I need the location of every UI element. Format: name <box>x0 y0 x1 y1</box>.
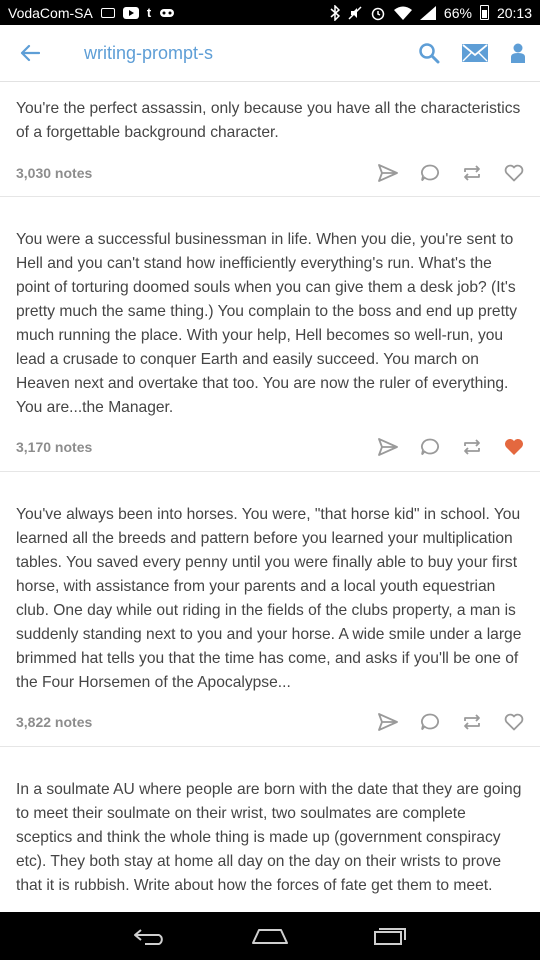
reblog-button[interactable] <box>462 437 482 457</box>
post-text: You were a successful businessman in lif… <box>16 231 518 416</box>
clock: 20:13 <box>496 4 532 21</box>
notes-count[interactable]: 3,822 notes <box>16 714 92 730</box>
post-feed[interactable]: You're the perfect assassin, only becaus… <box>0 82 540 912</box>
carrier-name: VodaCom-SA <box>8 4 93 21</box>
app-bar: writing-prompt-s <box>0 25 540 82</box>
share-button[interactable] <box>378 437 398 457</box>
post-actions <box>378 437 524 457</box>
reply-button[interactable] <box>420 163 440 183</box>
heart-outline-icon <box>504 164 524 182</box>
signal-icon <box>419 5 436 20</box>
post-footer: 3,030 notes <box>0 153 540 193</box>
reply-bubble-icon <box>421 713 439 731</box>
post-text: You've always been into horses. You were… <box>16 506 522 691</box>
notes-count[interactable]: 3,170 notes <box>16 439 92 455</box>
share-button[interactable] <box>378 163 398 183</box>
like-button[interactable] <box>504 712 524 732</box>
notes-count[interactable]: 3,030 notes <box>16 165 92 181</box>
post-actions <box>378 712 524 732</box>
reblog-button[interactable] <box>462 712 482 732</box>
post-footer: 3,822 notes <box>0 702 540 742</box>
blog-title: writing-prompt-s <box>84 42 214 63</box>
gallery-notification-icon <box>100 7 115 18</box>
search-icon <box>419 43 440 64</box>
youtube-notification-icon <box>122 6 139 19</box>
wifi-icon <box>393 6 412 20</box>
status-right: 66% 20:13 <box>330 4 532 21</box>
alarm-icon <box>370 5 386 21</box>
share-paper-plane-icon <box>378 164 398 182</box>
app-bar-actions <box>418 42 526 64</box>
heart-filled-icon <box>505 439 523 455</box>
post-text: You're the perfect assassin, only becaus… <box>16 100 521 141</box>
message-button[interactable] <box>462 44 488 62</box>
reblog-icon <box>464 165 480 181</box>
battery-icon <box>479 5 489 20</box>
share-paper-plane-icon <box>378 438 398 456</box>
post-text: In a soulmate AU where people are born w… <box>16 781 522 894</box>
like-button[interactable] <box>504 163 524 183</box>
post-card: You've always been into horses. You were… <box>0 472 540 747</box>
reblog-icon <box>464 714 480 730</box>
reblog-icon <box>464 439 480 455</box>
envelope-icon <box>462 44 488 62</box>
back-icon <box>134 929 163 945</box>
post-card: You're the perfect assassin, only becaus… <box>0 82 540 197</box>
search-button[interactable] <box>418 42 440 64</box>
status-left: VodaCom-SA t <box>8 5 175 21</box>
tumblr-notification-icon: t <box>146 5 152 20</box>
recents-icon <box>374 928 406 945</box>
share-button[interactable] <box>378 712 398 732</box>
system-navigation-bar <box>0 912 540 960</box>
nav-back-button[interactable] <box>120 912 180 960</box>
bluetooth-icon <box>330 4 340 21</box>
reblog-button[interactable] <box>462 163 482 183</box>
back-arrow-icon <box>20 44 40 62</box>
reply-button[interactable] <box>420 437 440 457</box>
game-notification-icon <box>159 7 175 19</box>
like-button[interactable] <box>504 437 524 457</box>
post-card: You were a successful businessman in lif… <box>0 197 540 472</box>
reply-bubble-icon <box>421 164 439 182</box>
post-actions <box>378 163 524 183</box>
share-paper-plane-icon <box>378 713 398 731</box>
status-bar: VodaCom-SA t 66% 20:13 <box>0 0 540 25</box>
account-button[interactable] <box>510 43 526 63</box>
nav-home-button[interactable] <box>240 912 300 960</box>
reply-button[interactable] <box>420 712 440 732</box>
person-icon <box>511 43 525 63</box>
reply-bubble-icon <box>421 438 439 456</box>
mute-icon <box>348 5 362 21</box>
home-icon <box>252 929 288 944</box>
battery-percent: 66% <box>443 4 472 21</box>
heart-outline-icon <box>504 713 524 731</box>
nav-recents-button[interactable] <box>360 912 420 960</box>
post-footer: 3,170 notes <box>0 427 540 467</box>
post-card: In a soulmate AU where people are born w… <box>0 747 540 912</box>
back-button[interactable] <box>0 25 60 82</box>
